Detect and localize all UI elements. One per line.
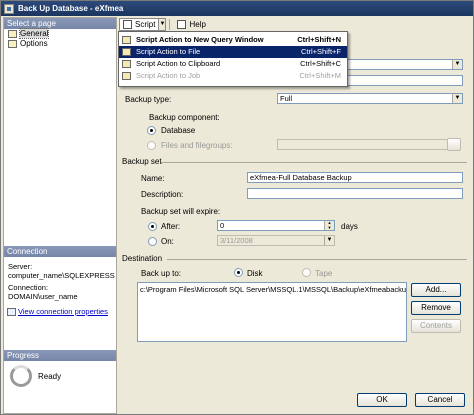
backup-to-label: Back up to: [141,269,182,278]
file-icon [122,48,131,56]
connection-value: DOMAIN\user_name [8,291,78,301]
script-dropdown-arrow-icon[interactable]: ▼ [158,17,167,31]
remove-button[interactable]: Remove [411,301,461,315]
expire-label: Backup set will expire: [141,207,221,216]
section-divider [161,162,467,163]
backup-name-input[interactable]: eXfmea-Full Database Backup [247,172,463,183]
select-page-header: Select a page [4,18,116,29]
tape-radio[interactable] [302,268,311,277]
list-item[interactable]: c:\Program Files\Microsoft SQL Server\MS… [140,285,406,294]
title-bar: Back Up Database - eXfmea [1,1,473,16]
chevron-down-icon: ▼ [452,94,462,103]
script-button[interactable]: Script [119,17,160,31]
toolbar-separator [169,18,171,30]
connection-section: Connection Server: computer_name\SQLEXPR… [4,246,116,316]
description-label: Description: [141,190,184,199]
browse-files-button[interactable] [447,138,461,151]
toolbar: Script ▼ Help [118,17,473,31]
script-menu: Script Action to New Query Window Ctrl+S… [118,31,348,87]
help-button[interactable]: Help [173,18,209,31]
progress-status: Ready [38,371,62,381]
window-title: Back Up Database - eXfmea [18,4,124,13]
menu-item-script-to-job[interactable]: Script Action to Job Ctrl+Shift+M [119,70,347,82]
menu-item-script-to-clipboard[interactable]: Script Action to Clipboard Ctrl+Shift+C [119,58,347,70]
destination-list[interactable]: c:\Program Files\Microsoft SQL Server\MS… [137,282,407,342]
menu-item-shortcut: Ctrl+Shift+N [297,35,341,44]
backup-name-value: eXfmea-Full Database Backup [250,173,352,182]
progress-section: Progress Ready [4,350,116,387]
after-days-value: 0 [220,221,225,230]
backup-component-label: Backup component: [149,113,220,122]
page-item-label: General [18,28,50,39]
files-option-label: Files and filegroups: [161,141,233,150]
progress-header: Progress [4,350,116,361]
recovery-model-field [347,75,463,86]
page-icon [8,40,17,48]
menu-item-shortcut: Ctrl+Shift+C [300,59,341,68]
add-button[interactable]: Add... [411,283,461,297]
server-value: computer_name\SQLEXPRESS [8,270,115,280]
destination-section-title: Destination [122,254,163,263]
clipboard-icon [122,60,131,68]
menu-item-script-to-file[interactable]: Script Action to File Ctrl+Shift+F [119,46,347,58]
cancel-button[interactable]: Cancel [415,393,465,407]
server-info: Server: computer_name\SQLEXPRESS [4,257,116,280]
contents-button[interactable]: Contents [411,319,461,333]
section-divider [167,259,467,260]
database-icon [4,3,14,14]
help-icon [177,19,187,29]
description-input[interactable] [247,188,463,199]
query-window-icon [122,36,131,44]
backup-dialog: Back Up Database - eXfmea Select a page … [0,0,474,415]
disk-radio[interactable] [234,268,243,277]
files-filegroups-field [277,139,453,150]
on-date-picker[interactable]: 3/11/2008 ▼ [217,235,335,246]
on-date-value: 3/11/2008 [220,236,253,245]
menu-item-shortcut: Ctrl+Shift+F [300,47,341,56]
files-filegroups-radio[interactable] [147,141,156,150]
menu-item-label: Script Action to Job [136,71,201,80]
on-option-label: On: [161,237,174,246]
on-radio[interactable] [148,237,157,246]
database-radio[interactable] [147,126,156,135]
after-option-label: After: [161,222,181,231]
connection-info: Connection: DOMAIN\user_name [4,280,116,301]
job-icon [122,72,131,80]
menu-item-label: Script Action to New Query Window [136,35,264,44]
database-combo[interactable]: ▼ [347,59,463,70]
help-label: Help [189,19,206,29]
left-pane: Select a page General Options Connection… [3,17,117,414]
backup-type-label: Backup type: [125,95,172,104]
name-label: Name: [141,174,165,183]
page-item-label: Options [20,39,48,48]
properties-icon [7,307,16,316]
days-label: days [341,222,358,231]
page-item-options[interactable]: Options [4,39,116,49]
chevron-down-icon: ▼ [324,236,334,245]
progress-spinner-icon [10,365,32,387]
backup-type-value: Full [280,94,293,103]
tape-option-label: Tape [315,269,333,278]
connection-header: Connection [4,246,116,257]
menu-item-shortcut: Ctrl+Shift+M [299,71,341,80]
chevron-down-icon: ▼ [452,60,462,69]
menu-item-label: Script Action to File [136,47,201,56]
backup-type-select[interactable]: Full ▼ [277,93,463,104]
view-connection-properties-text[interactable]: View connection properties [18,307,108,316]
spin-arrows-icon[interactable]: ▲ ▼ [324,221,334,230]
progress-status-row: Ready [4,361,116,387]
page-item-general[interactable]: General [4,28,116,39]
disk-option-label: Disk [247,269,263,278]
after-radio[interactable] [148,222,157,231]
menu-item-new-query-window[interactable]: Script Action to New Query Window Ctrl+S… [119,34,347,46]
view-connection-properties-link[interactable]: View connection properties [4,301,116,316]
after-days-stepper[interactable]: 0 ▲ ▼ [217,220,335,231]
script-label: Script [135,19,156,29]
script-icon [123,19,132,29]
ok-button[interactable]: OK [357,393,407,407]
menu-item-label: Script Action to Clipboard [136,59,221,68]
page-icon [8,30,17,38]
backup-set-section-title: Backup set [122,157,162,166]
database-option-label: Database [161,126,196,135]
